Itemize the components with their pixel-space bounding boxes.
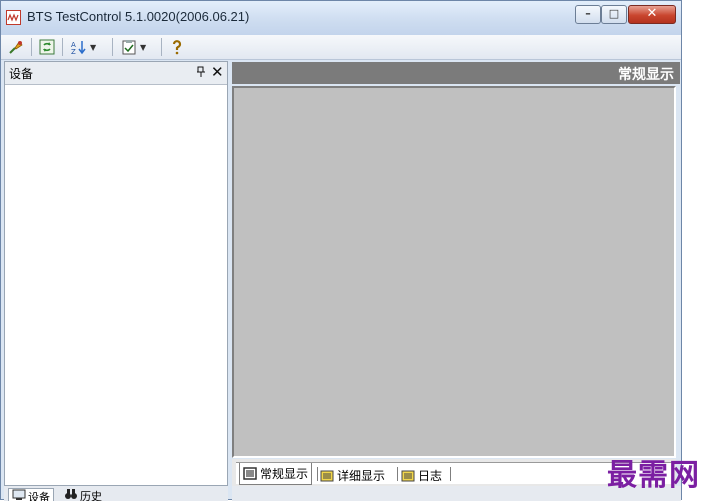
folder-icon <box>401 470 415 481</box>
help-icon <box>172 40 182 55</box>
app-window: BTS TestControl 5.1.0020(2006.06.21) – □… <box>0 0 682 501</box>
help-button[interactable] <box>169 38 185 56</box>
watermark-text: 最需网 <box>607 458 700 493</box>
maximize-button[interactable]: □ <box>601 5 627 24</box>
sort-button[interactable]: A Z ▼ <box>71 38 96 56</box>
toolbar-separator <box>31 38 32 56</box>
toolbar-separator <box>161 38 162 56</box>
left-panel-tabs: 设备 历史 <box>4 486 228 501</box>
minimize-icon: – <box>585 7 591 20</box>
monitor-icon <box>243 467 257 480</box>
svg-text:Z: Z <box>71 48 76 55</box>
dropdown-arrow-icon[interactable]: ▼ <box>140 43 146 52</box>
tab-detail-display[interactable]: 详细显示 <box>320 466 385 484</box>
device-panel-header: 设备 ✕ <box>5 62 227 85</box>
connect-button[interactable] <box>8 38 24 56</box>
tab-detail-display-label: 详细显示 <box>337 468 386 483</box>
tab-log[interactable]: 日志 <box>401 466 442 484</box>
device-icon <box>12 489 26 500</box>
toolbar: A Z ▼ ▼ <box>1 35 681 60</box>
close-window-button[interactable]: ✕ <box>628 5 676 24</box>
refresh-button[interactable] <box>39 38 55 56</box>
window-title: BTS TestControl 5.1.0020(2006.06.21) <box>27 9 250 24</box>
refresh-icon <box>39 39 55 55</box>
tab-general-display[interactable]: 常规显示 <box>239 463 313 485</box>
general-view-canvas[interactable] <box>232 86 676 458</box>
checklist-icon <box>122 40 136 55</box>
toolbar-separator <box>112 38 113 56</box>
device-panel: 设备 ✕ <box>4 61 228 486</box>
minimize-button[interactable]: – <box>575 5 601 24</box>
tab-general-display-label: 常规显示 <box>260 467 309 481</box>
tab-log-label: 日志 <box>418 468 443 483</box>
folder-icon <box>320 470 334 481</box>
device-list[interactable] <box>5 84 227 485</box>
view-header: 常规显示 <box>232 62 680 84</box>
tab-separator <box>450 467 451 481</box>
connect-icon <box>9 41 23 54</box>
tab-separator <box>317 467 318 481</box>
toolbar-separator <box>62 38 63 56</box>
tab-separator <box>397 467 398 481</box>
tab-history[interactable]: 历史 <box>64 488 102 501</box>
close-icon: ✕ <box>646 6 658 21</box>
binoculars-icon <box>65 489 77 499</box>
dropdown-arrow-icon[interactable]: ▼ <box>90 43 96 52</box>
title-bar[interactable]: BTS TestControl 5.1.0020(2006.06.21) – □… <box>1 1 681 35</box>
checklist-button[interactable]: ▼ <box>121 38 146 56</box>
maximize-icon: □ <box>608 7 620 20</box>
view-header-title: 常规显示 <box>618 67 674 83</box>
device-panel-title: 设备 <box>9 67 34 81</box>
tab-device[interactable]: 设备 <box>8 488 54 501</box>
sort-icon: A Z <box>71 41 86 55</box>
tab-device-label: 设备 <box>28 491 50 501</box>
pin-icon[interactable] <box>197 66 205 80</box>
app-logo-icon <box>6 10 21 25</box>
tab-history-label: 历史 <box>80 490 102 501</box>
panel-close-icon[interactable]: ✕ <box>211 63 224 81</box>
